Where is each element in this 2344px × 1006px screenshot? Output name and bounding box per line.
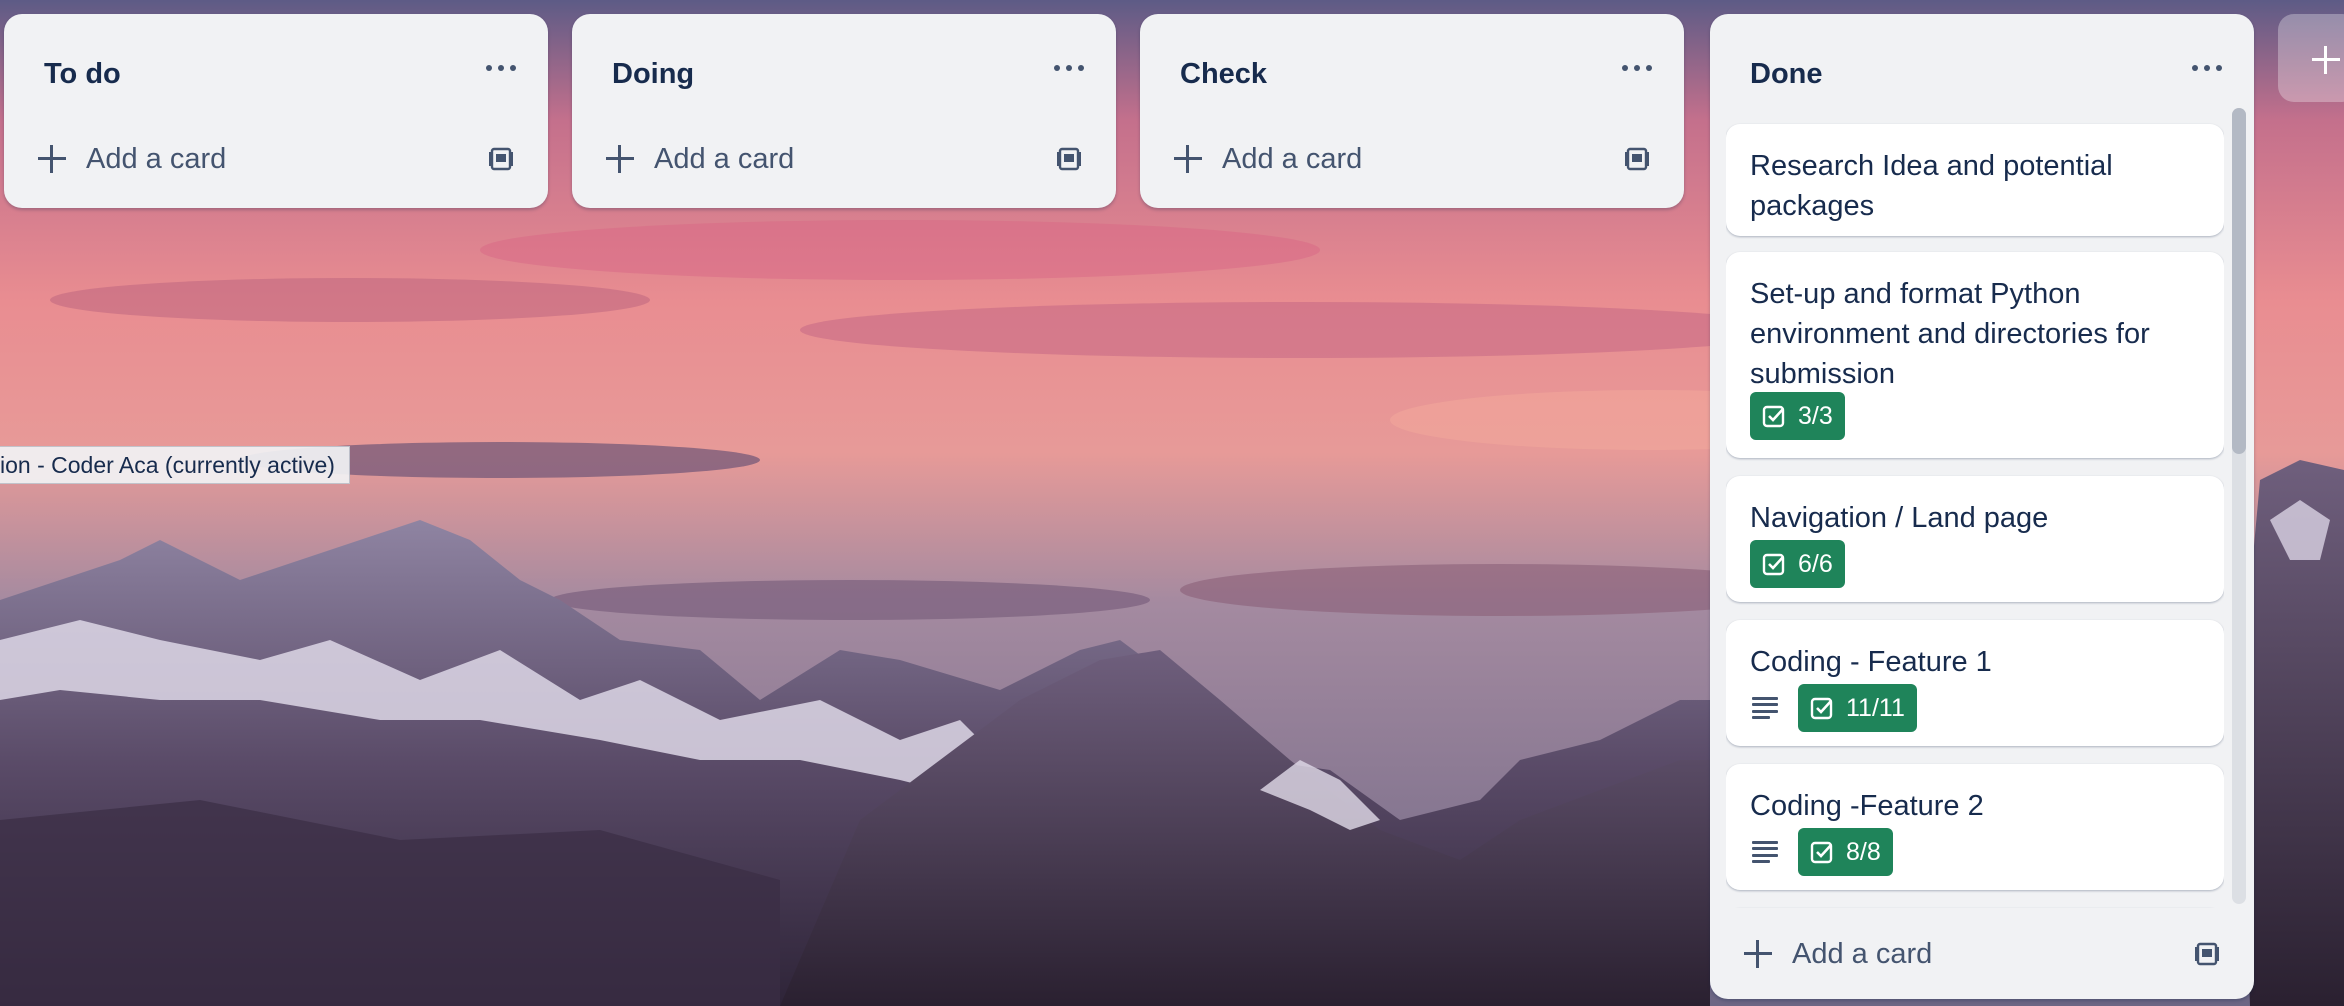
card-title: Coding -Feature 2 xyxy=(1750,790,1984,822)
checklist-badge: 11/11 xyxy=(1798,684,1917,732)
card-template-icon[interactable] xyxy=(1624,146,1650,172)
checkbox-icon xyxy=(1810,841,1833,864)
add-card-label: Add a card xyxy=(86,142,227,175)
description-icon xyxy=(1752,697,1778,719)
plus-icon xyxy=(1744,940,1772,968)
card[interactable]: Navigation / Land page 6/6 xyxy=(1726,476,2224,602)
card-title: Coding - Feature 1 xyxy=(1750,646,1992,678)
add-card-button[interactable]: Add a card xyxy=(1744,931,1932,977)
card-template-icon[interactable] xyxy=(1056,146,1082,172)
add-card-button[interactable]: Add a card xyxy=(1174,136,1362,182)
checkbox-icon xyxy=(1762,405,1785,428)
card-badges: 6/6 xyxy=(1750,540,1845,588)
list-menu-ellipsis-icon[interactable] xyxy=(1622,58,1652,78)
card-title: Set-up and format Python environment and… xyxy=(1750,278,2150,390)
list-check: Check Add a card xyxy=(1140,14,1684,208)
checklist-badge: 6/6 xyxy=(1750,540,1845,588)
checklist-count: 11/11 xyxy=(1846,693,1905,722)
card-badges: 3/3 xyxy=(1750,392,1845,440)
card-badges: 8/8 xyxy=(1750,828,1893,876)
card[interactable]: Coding -Feature 2 8/8 xyxy=(1726,764,2224,890)
add-card-row: Add a card xyxy=(1710,907,2254,999)
checklist-badge: 8/8 xyxy=(1798,828,1893,876)
list-header: Check xyxy=(1140,14,1684,108)
card-title: Research Idea and potential packages xyxy=(1750,150,2113,222)
card[interactable]: Set-up and format Python environment and… xyxy=(1726,252,2224,458)
plus-icon xyxy=(1174,145,1202,173)
checkbox-icon xyxy=(1762,553,1785,576)
list-title[interactable]: Check xyxy=(1180,58,1267,91)
list-menu-ellipsis-icon[interactable] xyxy=(1054,58,1084,78)
plus-icon xyxy=(606,145,634,173)
add-list-button[interactable] xyxy=(2278,14,2344,102)
list-header: To do xyxy=(4,14,548,108)
plus-icon xyxy=(2312,46,2340,74)
list-title[interactable]: Done xyxy=(1750,58,1823,91)
scrollbar-thumb[interactable] xyxy=(2232,108,2246,454)
plus-icon xyxy=(38,145,66,173)
add-card-label: Add a card xyxy=(654,142,795,175)
list-done: Done Research Idea and potential package… xyxy=(1710,14,2254,999)
list-title[interactable]: To do xyxy=(44,58,121,91)
add-card-button[interactable]: Add a card xyxy=(38,136,226,182)
checkbox-icon xyxy=(1810,697,1833,720)
list-menu-ellipsis-icon[interactable] xyxy=(486,58,516,78)
checklist-badge: 3/3 xyxy=(1750,392,1845,440)
card-title: Navigation / Land page xyxy=(1750,502,2049,534)
list-menu-ellipsis-icon[interactable] xyxy=(2192,58,2222,78)
checklist-count: 8/8 xyxy=(1846,837,1881,866)
card-template-icon[interactable] xyxy=(2194,941,2220,967)
description-icon xyxy=(1752,841,1778,863)
add-card-label: Add a card xyxy=(1222,142,1363,175)
list-to-do: To do Add a card xyxy=(4,14,548,208)
card[interactable]: Coding - Feature 1 11/11 xyxy=(1726,620,2224,746)
checklist-count: 3/3 xyxy=(1798,401,1833,430)
add-card-row: Add a card xyxy=(1140,108,1684,208)
card[interactable]: Research Idea and potential packages xyxy=(1726,124,2224,236)
list-header: Doing xyxy=(572,14,1116,108)
member-tooltip: ion - Coder Aca (currently active) xyxy=(0,446,350,484)
checklist-count: 6/6 xyxy=(1798,549,1833,578)
add-card-button[interactable]: Add a card xyxy=(606,136,794,182)
list-title[interactable]: Doing xyxy=(612,58,694,91)
card-badges: 11/11 xyxy=(1750,684,1917,732)
add-card-label: Add a card xyxy=(1792,937,1933,970)
list-header: Done xyxy=(1710,14,2254,108)
add-card-row: Add a card xyxy=(4,108,548,208)
card-template-icon[interactable] xyxy=(488,146,514,172)
add-card-row: Add a card xyxy=(572,108,1116,208)
card-list: Research Idea and potential packages Set… xyxy=(1726,108,2224,908)
list-doing: Doing Add a card xyxy=(572,14,1116,208)
